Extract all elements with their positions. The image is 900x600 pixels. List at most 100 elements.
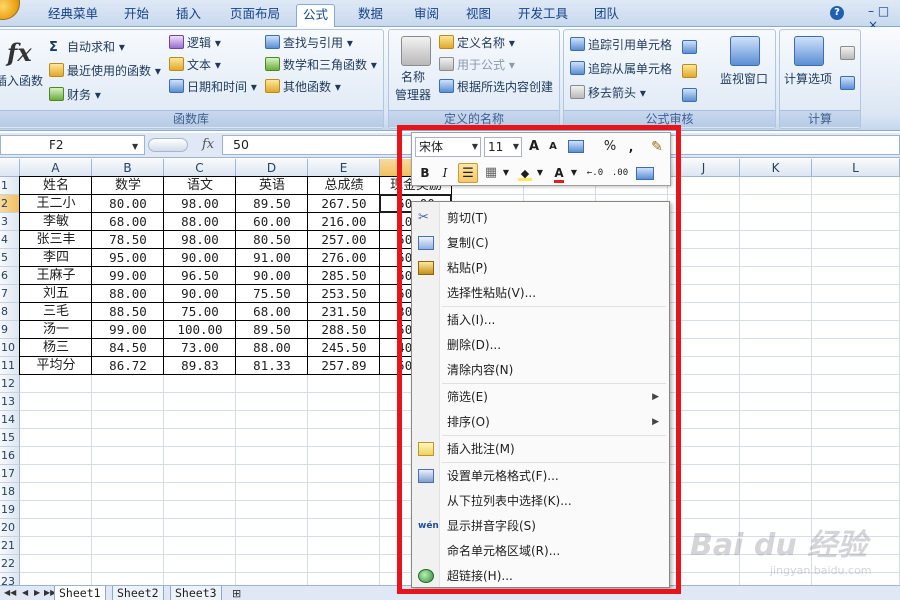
table-cell[interactable]: 78.50 bbox=[92, 231, 164, 249]
table-cell[interactable]: 80.50 bbox=[236, 231, 308, 249]
table-cell[interactable]: 98.00 bbox=[164, 195, 236, 213]
tab-5[interactable]: 数据 bbox=[352, 4, 389, 26]
row-header[interactable]: 2 bbox=[0, 195, 20, 213]
context-menu-item[interactable]: 命名单元格区域(R)... bbox=[412, 539, 669, 563]
chevron-down-icon[interactable]: ▼ bbox=[570, 163, 578, 183]
header-cell[interactable]: 姓名 bbox=[20, 177, 92, 195]
context-menu-item[interactable]: 排序(O) ▶ bbox=[412, 410, 669, 434]
table-cell[interactable]: 253.50 bbox=[308, 285, 380, 303]
table-cell[interactable]: 90.00 bbox=[164, 285, 236, 303]
help-icon[interactable]: ? bbox=[830, 6, 844, 20]
trace-dependents-button[interactable]: 追踪从属单元格 bbox=[570, 60, 672, 78]
row-header[interactable]: 10 bbox=[0, 339, 20, 357]
table-cell[interactable]: 89.50 bbox=[236, 195, 308, 213]
select-all-corner[interactable] bbox=[0, 159, 20, 177]
context-menu-item[interactable]: 超链接(H)... bbox=[412, 564, 669, 588]
datetime-button[interactable]: 日期和时间 ▾ bbox=[169, 78, 257, 96]
row-header[interactable]: 16 bbox=[0, 447, 20, 465]
table-cell[interactable]: 68.00 bbox=[236, 303, 308, 321]
row-header[interactable]: 12 bbox=[0, 375, 20, 393]
row-header[interactable]: 7 bbox=[0, 285, 20, 303]
row-header[interactable]: 11 bbox=[0, 357, 20, 375]
merge-center-icon[interactable] bbox=[636, 167, 654, 180]
context-menu-item[interactable]: 设置单元格格式(F)... bbox=[412, 464, 669, 488]
chevron-down-icon[interactable]: ▼ bbox=[536, 163, 544, 183]
row-header[interactable]: 15 bbox=[0, 429, 20, 447]
header-cell[interactable]: 总成绩 bbox=[308, 177, 380, 195]
table-cell[interactable]: 288.50 bbox=[308, 321, 380, 339]
table-cell[interactable]: 245.50 bbox=[308, 339, 380, 357]
table-cell[interactable]: 88.50 bbox=[92, 303, 164, 321]
table-cell[interactable]: 96.50 bbox=[164, 267, 236, 285]
increase-decimal-button[interactable]: ←.0 bbox=[584, 163, 606, 183]
font-color-button[interactable]: A bbox=[550, 163, 568, 183]
table-cell[interactable]: 三毛 bbox=[20, 303, 92, 321]
trace-precedents-button[interactable]: 追踪引用单元格 bbox=[570, 36, 672, 54]
column-header[interactable]: K bbox=[740, 159, 812, 177]
calc-now-icon[interactable] bbox=[840, 46, 855, 60]
context-menu-item[interactable]: 筛选(E) ▶ bbox=[412, 385, 669, 409]
office-button[interactable] bbox=[0, 0, 20, 20]
tab-7[interactable]: 视图 bbox=[460, 4, 497, 26]
table-cell[interactable]: 杨三 bbox=[20, 339, 92, 357]
column-header[interactable]: B bbox=[92, 159, 164, 177]
table-cell[interactable]: 216.00 bbox=[308, 213, 380, 231]
column-header[interactable]: J bbox=[668, 159, 740, 177]
context-menu-item[interactable]: 删除(D)... bbox=[412, 333, 669, 357]
table-cell[interactable]: 89.83 bbox=[164, 357, 236, 375]
table-cell[interactable]: 88.00 bbox=[236, 339, 308, 357]
italic-button[interactable]: I bbox=[436, 163, 454, 183]
grow-font-button[interactable]: A bbox=[526, 137, 542, 157]
table-cell[interactable]: 75.50 bbox=[236, 285, 308, 303]
text-button[interactable]: 文本 ▾ bbox=[169, 56, 221, 74]
table-cell[interactable]: 75.00 bbox=[164, 303, 236, 321]
name-manager-label-1[interactable]: 名称 bbox=[401, 68, 425, 86]
context-menu-item[interactable]: 清除内容(N) bbox=[412, 358, 669, 382]
create-from-selection-button[interactable]: 根据所选内容创建 bbox=[439, 78, 553, 96]
autosum-button[interactable]: Σ 自动求和 ▾ bbox=[49, 38, 125, 56]
header-cell[interactable]: 数学 bbox=[92, 177, 164, 195]
tab-1[interactable]: 开始 bbox=[118, 4, 155, 26]
other-functions-button[interactable]: 其他函数 ▾ bbox=[265, 78, 341, 96]
lookup-button[interactable]: 查找与引用 ▾ bbox=[265, 34, 353, 52]
finance-button[interactable]: 财务 ▾ bbox=[49, 86, 101, 104]
table-cell[interactable]: 80.00 bbox=[92, 195, 164, 213]
calc-sheet-icon[interactable] bbox=[840, 76, 855, 90]
table-cell[interactable]: 90.00 bbox=[164, 249, 236, 267]
recent-functions-button[interactable]: 最近使用的函数 ▾ bbox=[49, 62, 161, 80]
row-header[interactable]: 1 bbox=[0, 177, 20, 195]
table-cell[interactable]: 60.00 bbox=[236, 213, 308, 231]
table-cell[interactable]: 88.00 bbox=[164, 213, 236, 231]
tab-2[interactable]: 插入 bbox=[170, 4, 207, 26]
font-name-select[interactable]: 宋体 ▼ bbox=[415, 137, 481, 157]
column-header[interactable]: D bbox=[236, 159, 308, 177]
row-header[interactable]: 4 bbox=[0, 231, 20, 249]
accounting-format-icon[interactable] bbox=[568, 140, 584, 153]
fx-icon[interactable]: fx bbox=[202, 137, 214, 152]
context-menu-item[interactable]: ✂ 剪切(T) bbox=[412, 206, 669, 230]
context-menu-item[interactable]: 插入(I)... bbox=[412, 308, 669, 332]
sheet-tab-3[interactable]: Sheet3 bbox=[170, 586, 222, 600]
font-size-select[interactable]: 11 ▼ bbox=[484, 137, 522, 157]
table-cell[interactable]: 100.00 bbox=[164, 321, 236, 339]
row-header[interactable]: 14 bbox=[0, 411, 20, 429]
row-header[interactable]: 22 bbox=[0, 555, 20, 573]
row-header[interactable]: 9 bbox=[0, 321, 20, 339]
sheet-tab-2[interactable]: Sheet2 bbox=[112, 586, 164, 600]
prev-sheet-icon[interactable]: ◀ bbox=[22, 588, 28, 597]
table-cell[interactable]: 刘五 bbox=[20, 285, 92, 303]
use-in-formula-button[interactable]: 用于公式 ▾ bbox=[439, 56, 515, 74]
row-header[interactable]: 6 bbox=[0, 267, 20, 285]
comma-style-button[interactable]: , bbox=[624, 137, 638, 157]
row-header[interactable]: 20 bbox=[0, 519, 20, 537]
tab-8[interactable]: 开发工具 bbox=[512, 4, 574, 26]
table-cell[interactable]: 257.89 bbox=[308, 357, 380, 375]
insert-sheet-icon[interactable]: ⊞ bbox=[232, 587, 241, 600]
table-cell[interactable]: 81.33 bbox=[236, 357, 308, 375]
table-cell[interactable]: 285.50 bbox=[308, 267, 380, 285]
table-cell[interactable]: 86.72 bbox=[92, 357, 164, 375]
percent-style-button[interactable]: % bbox=[602, 137, 618, 157]
row-header[interactable]: 13 bbox=[0, 393, 20, 411]
header-cell[interactable]: 英语 bbox=[236, 177, 308, 195]
table-cell[interactable]: 99.00 bbox=[92, 321, 164, 339]
